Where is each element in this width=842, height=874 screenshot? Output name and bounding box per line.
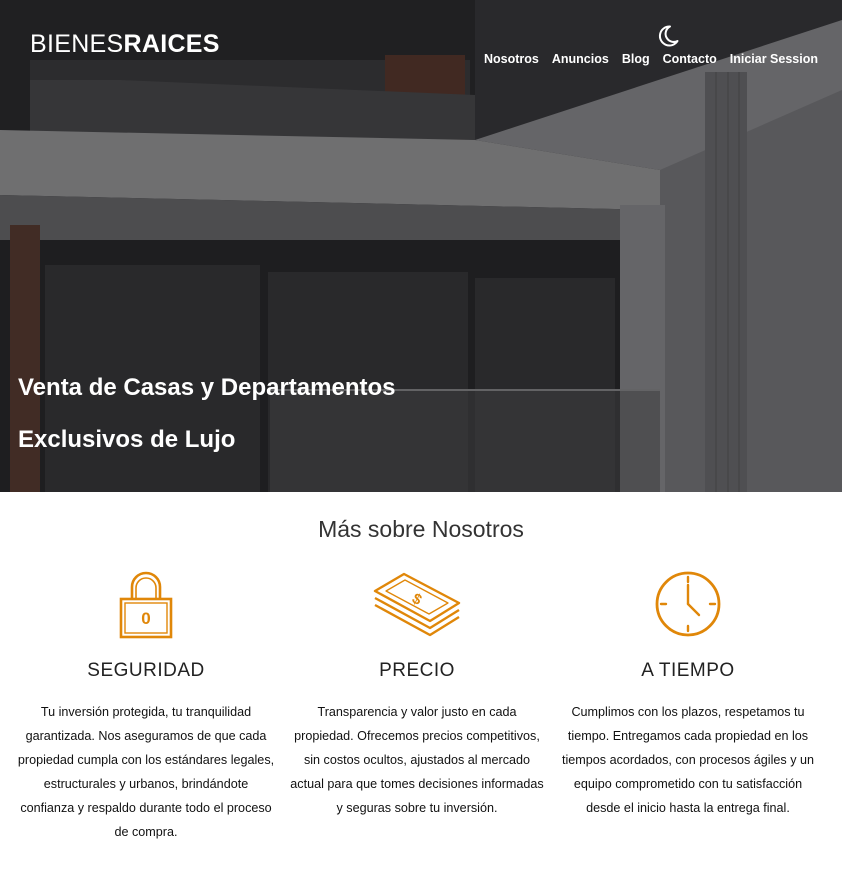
svg-text:$: $ bbox=[409, 590, 425, 609]
nav-link-anuncios[interactable]: Anuncios bbox=[552, 51, 609, 67]
feature-text-a-tiempo: Cumplimos con los plazos, respetamos tu … bbox=[561, 705, 815, 815]
hero-title: Venta de Casas y Departamentos Exclusivo… bbox=[18, 362, 538, 466]
feature-seguridad: 0 SEGURIDAD Tu inversión protegida, tu t… bbox=[6, 568, 286, 844]
nav-link-blog[interactable]: Blog bbox=[622, 51, 650, 67]
money-stack-icon: $ bbox=[373, 572, 461, 637]
feature-a-tiempo: A TIEMPO Cumplimos con los plazos, respe… bbox=[548, 568, 828, 820]
nav-link-iniciar-session[interactable]: Iniciar Session bbox=[730, 51, 818, 67]
nav-link-nosotros[interactable]: Nosotros bbox=[484, 51, 539, 67]
moon-icon bbox=[658, 25, 679, 47]
feature-heading-precio: PRECIO bbox=[379, 660, 455, 681]
feature-text-precio: Transparencia y valor justo en cada prop… bbox=[290, 705, 544, 815]
nav-link-contacto[interactable]: Contacto bbox=[663, 51, 717, 67]
feature-heading-seguridad: SEGURIDAD bbox=[87, 660, 205, 681]
clock-icon bbox=[655, 571, 721, 637]
dark-mode-toggle[interactable] bbox=[657, 24, 679, 48]
feature-precio: $ PRECIO Transparencia y valor justo en … bbox=[277, 568, 557, 820]
hero-title-line2: Exclusivos de Lujo bbox=[18, 426, 236, 453]
about-section-title: Más sobre Nosotros bbox=[318, 516, 524, 542]
hero-title-line1: Venta de Casas y Departamentos bbox=[18, 374, 396, 401]
main-nav: Nosotros Anuncios Blog Contacto Iniciar … bbox=[484, 51, 818, 67]
feature-heading-a-tiempo: A TIEMPO bbox=[641, 660, 735, 681]
logo-text-bold: RAICES bbox=[123, 30, 220, 58]
feature-text-seguridad: Tu inversión protegida, tu tranquilidad … bbox=[17, 705, 275, 839]
svg-text:0: 0 bbox=[141, 609, 150, 628]
logo-text-light: BIENES bbox=[30, 30, 124, 58]
lock-icon: 0 bbox=[119, 571, 173, 639]
hero-section: BIENESRAICES Nosotros Anuncios Blog Cont… bbox=[0, 0, 842, 492]
site-logo[interactable]: BIENESRAICES bbox=[30, 30, 220, 58]
